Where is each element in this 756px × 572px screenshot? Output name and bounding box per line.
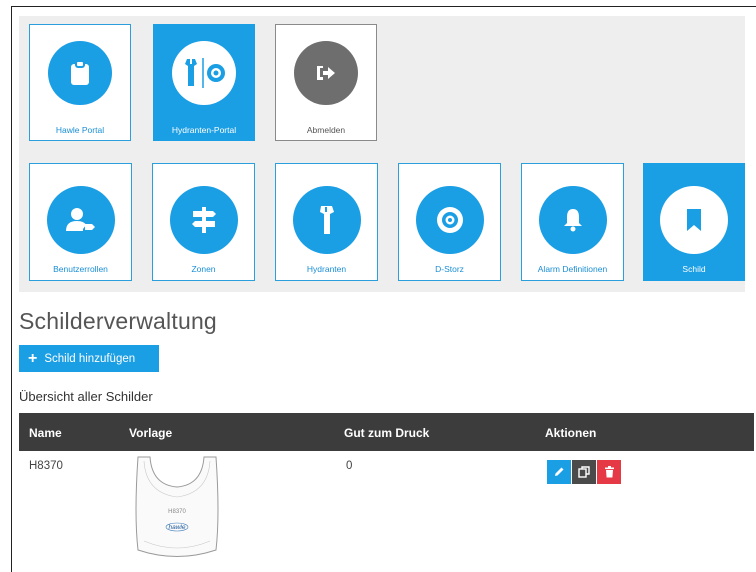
tile-zonen[interactable]: Zonen <box>152 163 255 281</box>
tile-hawle-portal[interactable]: Hawle Portal <box>29 24 131 141</box>
tile-d-storz[interactable]: D-Storz <box>398 163 501 281</box>
tile-label: Schild <box>682 264 706 274</box>
column-header-vorlage: Vorlage <box>129 426 173 440</box>
clipboard-icon <box>48 41 112 105</box>
bookmark-icon <box>660 186 728 254</box>
hydrant-icon <box>292 186 361 254</box>
hydrant-portal-icon <box>172 41 236 105</box>
tile-label: Benutzerrollen <box>53 264 108 274</box>
tile-benutzerrollen[interactable]: Benutzerrollen <box>29 163 132 281</box>
tile-abmelden[interactable]: Abmelden <box>275 24 377 141</box>
trash-icon <box>604 466 614 478</box>
logout-icon <box>294 41 358 105</box>
tile-schild[interactable]: Schild <box>643 163 745 281</box>
tile-hydranten-portal[interactable]: Hydranten-Portal <box>153 24 255 141</box>
cell-gut-zum-druck: 0 <box>346 460 353 472</box>
plus-icon: + <box>28 349 38 367</box>
page-title: Schilderverwaltung <box>19 308 217 334</box>
thumbnail-code: H8370 <box>168 509 186 515</box>
add-schild-button[interactable]: + Schild hinzufügen <box>19 345 159 372</box>
thumbnail-brand: hawle <box>169 524 186 531</box>
user-tag-icon <box>46 186 115 254</box>
cell-name: H8370 <box>29 460 63 472</box>
edit-button[interactable] <box>547 460 571 484</box>
tile-label: Hydranten <box>306 264 347 274</box>
tile-alarm-definitionen[interactable]: Alarm Definitionen <box>521 163 624 281</box>
sign-template-thumbnail[interactable]: H8370 hawle <box>132 455 222 560</box>
tile-label: Hydranten-Portal <box>171 125 237 135</box>
tile-label: D-Storz <box>435 264 464 274</box>
table-header: Name Vorlage Gut zum Druck Aktionen <box>19 413 754 451</box>
bell-icon <box>538 186 607 254</box>
column-header-name: Name <box>29 426 62 440</box>
tile-label: Alarm Definitionen <box>537 264 608 274</box>
delete-button[interactable] <box>597 460 621 484</box>
copy-button[interactable] <box>572 460 596 484</box>
column-header-aktionen: Aktionen <box>545 426 597 440</box>
tile-label: Hawle Portal <box>55 125 105 135</box>
copy-icon <box>578 466 590 478</box>
tile-navigation-area: Hawle Portal Hydranten-Portal Abmelden B… <box>19 16 745 292</box>
tile-label: Zonen <box>191 264 216 274</box>
signpost-icon <box>169 186 238 254</box>
pencil-icon <box>555 467 564 476</box>
tile-hydranten[interactable]: Hydranten <box>275 163 378 281</box>
table-row: H8370 H8370 hawle 0 <box>19 451 754 561</box>
coupling-icon <box>415 186 484 254</box>
column-header-gut-zum-druck: Gut zum Druck <box>344 426 430 440</box>
tile-label: Abmelden <box>306 125 346 135</box>
add-schild-label: Schild hinzufügen <box>44 352 136 365</box>
overview-heading: Übersicht aller Schilder <box>19 389 153 404</box>
